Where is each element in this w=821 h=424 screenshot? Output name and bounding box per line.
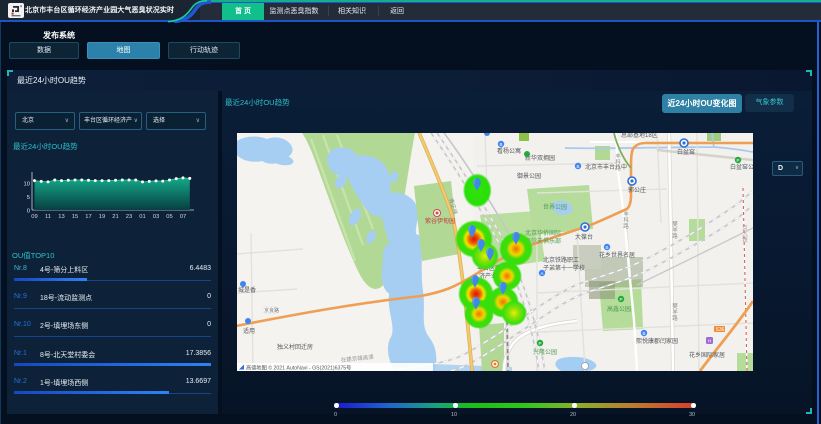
svg-text:紫谷伊甸园: 紫谷伊甸园 (425, 217, 455, 225)
svg-text:兴隆公园: 兴隆公园 (533, 348, 557, 356)
svg-text:大葆台: 大葆台 (575, 233, 593, 241)
svg-text:B: B (642, 331, 645, 336)
svg-text:19: 19 (99, 214, 105, 220)
svg-text:P: P (619, 297, 622, 302)
svg-text:B: B (605, 245, 608, 250)
svg-text:B: B (576, 164, 579, 169)
svg-text:樊羊路: 樊羊路 (671, 302, 678, 322)
svg-text:花乡世界名居: 花乡世界名居 (599, 251, 635, 259)
svg-text:01: 01 (139, 214, 145, 220)
svg-text:09: 09 (31, 214, 37, 220)
svg-text:丰科路: 丰科路 (614, 152, 621, 172)
svg-text:21: 21 (112, 214, 118, 220)
svg-text:北京市丰台八中: 北京市丰台八中 (585, 163, 627, 171)
svg-text:总部基地18区: 总部基地18区 (621, 133, 658, 139)
svg-text:H: H (708, 339, 711, 344)
svg-text:独义村回迁房: 独义村回迁房 (277, 343, 313, 351)
svg-text:京良路: 京良路 (264, 307, 279, 314)
svg-text:白盆窑: 白盆窑 (677, 148, 695, 156)
svg-text:07: 07 (180, 214, 186, 220)
svg-text:丰科路: 丰科路 (622, 210, 629, 230)
svg-text:子弟第十一学校: 子弟第十一学校 (543, 264, 585, 272)
svg-text:城是香: 城是香 (238, 286, 256, 294)
svg-text:御景公园: 御景公园 (517, 172, 541, 180)
svg-text:23: 23 (126, 214, 132, 220)
svg-text:花乡国际家居: 花乡国际家居 (689, 351, 725, 359)
svg-text:P: P (538, 341, 541, 346)
svg-text:B: B (499, 142, 502, 147)
svg-text:北京铁路职工: 北京铁路职工 (543, 256, 579, 264)
svg-text:高德地图 © 2021 AutoNavi - GS(2021: 高德地图 © 2021 AutoNavi - GS(2021)6375号 (246, 364, 351, 372)
svg-text:熙悦康郡闫家园: 熙悦康郡闫家园 (636, 337, 678, 345)
svg-text:看杨公寓: 看杨公寓 (497, 147, 521, 155)
svg-text:白盆窑公园: 白盆窑公园 (730, 163, 753, 171)
svg-text:P: P (736, 158, 739, 163)
svg-text:樊羊路: 樊羊路 (671, 220, 678, 240)
svg-text:京九铁: 京九铁 (741, 224, 748, 244)
svg-text:5: 5 (27, 195, 30, 201)
svg-text:0: 0 (27, 209, 30, 215)
svg-text:03: 03 (153, 214, 159, 220)
svg-text:郭公庄: 郭公庄 (628, 186, 646, 194)
svg-text:高鑫公园: 高鑫公园 (607, 305, 631, 313)
svg-text:05: 05 (166, 214, 172, 220)
svg-text:11: 11 (45, 214, 51, 220)
svg-text:17: 17 (85, 214, 91, 220)
svg-text:10: 10 (24, 182, 30, 188)
svg-text:S36: S36 (716, 327, 725, 333)
svg-text:A: A (540, 271, 543, 276)
svg-text:13: 13 (58, 214, 64, 220)
svg-text:适用: 适用 (243, 327, 255, 335)
svg-text:15: 15 (72, 214, 78, 220)
svg-text:北京华侨国际: 北京华侨国际 (525, 229, 561, 237)
svg-text:世界公园: 世界公园 (543, 203, 567, 211)
